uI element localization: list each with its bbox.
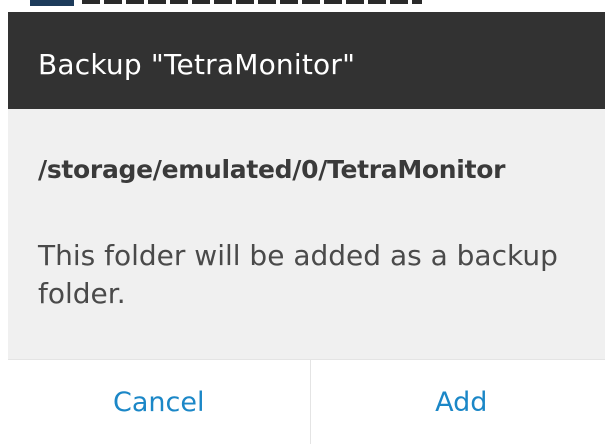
dialog-message: This folder will be added as a backup fo… (38, 239, 558, 310)
background-app-icon (30, 0, 74, 6)
background-app-text (82, 0, 422, 4)
folder-path: /storage/emulated/0/TetraMonitor (38, 155, 506, 184)
dialog-button-bar: Cancel Add (8, 359, 605, 444)
backup-folder-dialog: Backup "TetraMonitor" /storage/emulated/… (8, 12, 605, 444)
background-app-content (0, 0, 605, 12)
add-button[interactable]: Add (311, 360, 605, 444)
screen: Backup "TetraMonitor" /storage/emulated/… (0, 0, 605, 444)
dialog-title-bar: Backup "TetraMonitor" (8, 12, 605, 109)
dialog-title: Backup "TetraMonitor" (38, 48, 356, 81)
cancel-button[interactable]: Cancel (8, 360, 310, 444)
dialog-body: /storage/emulated/0/TetraMonitor This fo… (8, 109, 605, 369)
